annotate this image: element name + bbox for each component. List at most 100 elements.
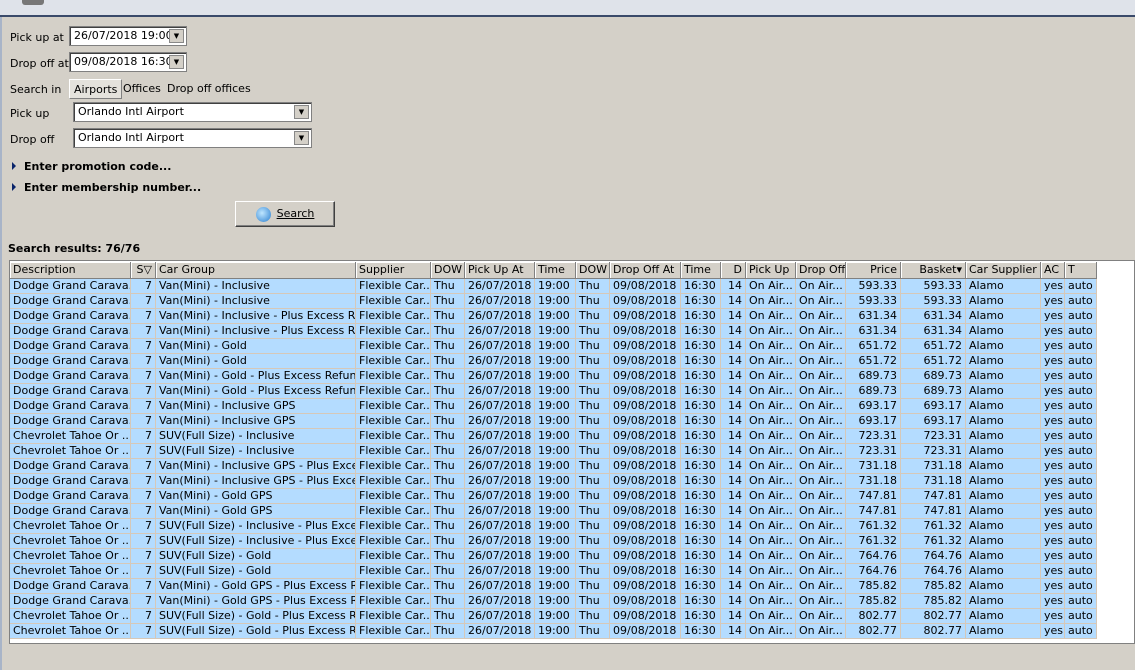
table-cell: On Air... xyxy=(746,354,796,369)
table-row[interactable]: Dodge Grand Carava... 7 Van(Mini) - Gold Fl… xyxy=(10,339,1097,354)
column-header[interactable]: Drop Off xyxy=(796,262,846,279)
column-header[interactable]: Car Supplier xyxy=(966,262,1041,279)
column-header[interactable]: S▽ xyxy=(131,262,156,279)
column-header[interactable]: T xyxy=(1065,262,1097,279)
table-row[interactable]: Dodge Grand Carava... 7 Van(Mini) - Gold G… xyxy=(10,594,1097,609)
column-header[interactable]: D xyxy=(721,262,746,279)
dropdown-arrow-icon[interactable]: ▼ xyxy=(169,29,184,43)
dropdown-arrow-icon[interactable]: ▼ xyxy=(294,131,309,145)
tab-drop-off-offices[interactable]: Drop off offices xyxy=(163,79,255,99)
table-row[interactable]: Chevrolet Tahoe Or ... 7 SUV(Full Size) - … xyxy=(10,609,1097,624)
table-cell: 09/08/2018 xyxy=(610,399,681,414)
window-header xyxy=(0,0,1135,17)
column-header[interactable]: Time xyxy=(681,262,721,279)
table-cell: 761.32 xyxy=(846,519,901,534)
table-row[interactable]: Dodge Grand Carava... 7 Van(Mini) - Gold Fl… xyxy=(10,354,1097,369)
table-cell: 7 xyxy=(131,504,156,519)
table-row[interactable]: Dodge Grand Carava... 7 Van(Mini) - Inclus… xyxy=(10,459,1097,474)
table-cell: 14 xyxy=(721,414,746,429)
membership-number-expander[interactable]: Enter membership number... xyxy=(12,181,201,194)
table-row[interactable]: Dodge Grand Carava... 7 Van(Mini) - Gold G… xyxy=(10,504,1097,519)
table-cell: 7 xyxy=(131,549,156,564)
column-header[interactable]: Pick Up At xyxy=(465,262,535,279)
table-cell: Thu xyxy=(576,534,610,549)
promotion-code-expander[interactable]: Enter promotion code... xyxy=(12,160,171,173)
column-header[interactable]: Supplier xyxy=(356,262,431,279)
column-header[interactable]: Pick Up xyxy=(746,262,796,279)
table-cell: On Air... xyxy=(746,549,796,564)
table-row[interactable]: Chevrolet Tahoe Or ... 7 SUV(Full Size) - … xyxy=(10,624,1097,639)
pickup-datetime-field[interactable]: 26/07/2018 19:00 ▼ xyxy=(69,26,187,46)
dropoff-datetime-field[interactable]: 09/08/2018 16:30 ▼ xyxy=(69,52,187,72)
dropdown-arrow-icon[interactable]: ▼ xyxy=(169,55,184,69)
table-cell: Thu xyxy=(431,564,465,579)
column-header[interactable]: DOW xyxy=(431,262,465,279)
table-cell: 651.72 xyxy=(901,339,966,354)
table-row[interactable]: Dodge Grand Carava... 7 Van(Mini) - Inclus… xyxy=(10,399,1097,414)
table-cell: On Air... xyxy=(746,624,796,639)
table-row[interactable]: Dodge Grand Carava... 7 Van(Mini) - Inclus… xyxy=(10,309,1097,324)
table-cell: yes xyxy=(1041,579,1065,594)
table-row[interactable]: Chevrolet Tahoe Or ... 7 SUV(Full Size) - … xyxy=(10,519,1097,534)
table-cell: 19:00 xyxy=(535,429,576,444)
column-header[interactable]: Description xyxy=(10,262,131,279)
table-row[interactable]: Chevrolet Tahoe Or ... 7 SUV(Full Size) - … xyxy=(10,549,1097,564)
search-button[interactable]: Search xyxy=(235,201,335,227)
table-row[interactable]: Dodge Grand Carava... 7 Van(Mini) - Gold -… xyxy=(10,369,1097,384)
table-cell: yes xyxy=(1041,309,1065,324)
column-header[interactable]: Price xyxy=(846,262,901,279)
dropdown-arrow-icon[interactable]: ▼ xyxy=(294,105,309,119)
table-cell: Flexible Car... xyxy=(356,369,431,384)
tab-offices[interactable]: Offices xyxy=(119,79,165,99)
pickup-location-select[interactable]: Orlando Intl Airport ▼ xyxy=(73,102,312,122)
table-cell: 19:00 xyxy=(535,564,576,579)
promotion-code-label: Enter promotion code... xyxy=(24,160,172,173)
table-row[interactable]: Chevrolet Tahoe Or ... 7 SUV(Full Size) - … xyxy=(10,429,1097,444)
table-cell: 7 xyxy=(131,624,156,639)
dropoff-at-label: Drop off at xyxy=(10,57,69,70)
table-cell: 09/08/2018 xyxy=(610,294,681,309)
column-header[interactable]: Car Group xyxy=(156,262,356,279)
table-row[interactable]: Chevrolet Tahoe Or ... 7 SUV(Full Size) - … xyxy=(10,564,1097,579)
column-header[interactable]: Drop Off At xyxy=(610,262,681,279)
column-header[interactable]: Basket▾ xyxy=(901,262,966,279)
table-cell: Chevrolet Tahoe Or ... xyxy=(10,444,131,459)
table-cell: Thu xyxy=(431,429,465,444)
table-row[interactable]: Dodge Grand Carava... 7 Van(Mini) - Inclus… xyxy=(10,294,1097,309)
table-cell: yes xyxy=(1041,279,1065,294)
table-row[interactable]: Dodge Grand Carava... 7 Van(Mini) - Inclus… xyxy=(10,414,1097,429)
table-cell: 26/07/2018 xyxy=(465,624,535,639)
table-cell: 14 xyxy=(721,489,746,504)
column-header[interactable]: Time xyxy=(535,262,576,279)
table-cell: Thu xyxy=(431,519,465,534)
table-row[interactable]: Dodge Grand Carava... 7 Van(Mini) - Inclus… xyxy=(10,324,1097,339)
column-header[interactable]: DOW xyxy=(576,262,610,279)
tab-airports[interactable]: Airports xyxy=(69,79,123,99)
table-row[interactable]: Dodge Grand Carava... 7 Van(Mini) - Gold G… xyxy=(10,579,1097,594)
table-cell: yes xyxy=(1041,399,1065,414)
table-row[interactable]: Dodge Grand Carava... 7 Van(Mini) - Inclus… xyxy=(10,474,1097,489)
search-button-label: Search xyxy=(276,207,315,220)
table-cell: Thu xyxy=(576,579,610,594)
table-row[interactable]: Dodge Grand Carava... 7 Van(Mini) - Gold -… xyxy=(10,384,1097,399)
table-cell: On Air... xyxy=(746,279,796,294)
table-cell: 7 xyxy=(131,459,156,474)
results-table[interactable]: Description S▽ Car Group Supplier DOW Pick Up… xyxy=(9,260,1135,644)
table-cell: 16:30 xyxy=(681,624,721,639)
table-row[interactable]: Chevrolet Tahoe Or ... 7 SUV(Full Size) - … xyxy=(10,534,1097,549)
table-cell: 785.82 xyxy=(901,579,966,594)
table-row[interactable]: Dodge Grand Carava... 7 Van(Mini) - Gold G… xyxy=(10,489,1097,504)
table-cell: 19:00 xyxy=(535,594,576,609)
table-row[interactable]: Chevrolet Tahoe Or ... 7 SUV(Full Size) - … xyxy=(10,444,1097,459)
app-icon xyxy=(22,0,44,5)
table-cell: On Air... xyxy=(796,384,846,399)
dropoff-location-select[interactable]: Orlando Intl Airport ▼ xyxy=(73,128,312,148)
table-row[interactable]: Dodge Grand Carava... 7 Van(Mini) - Inclus… xyxy=(10,279,1097,294)
table-cell: Dodge Grand Carava... xyxy=(10,504,131,519)
table-cell: Flexible Car... xyxy=(356,534,431,549)
column-header[interactable]: AC xyxy=(1041,262,1065,279)
membership-number-label: Enter membership number... xyxy=(24,181,202,194)
table-cell: 747.81 xyxy=(901,489,966,504)
table-cell: 16:30 xyxy=(681,519,721,534)
table-cell: 761.32 xyxy=(901,519,966,534)
